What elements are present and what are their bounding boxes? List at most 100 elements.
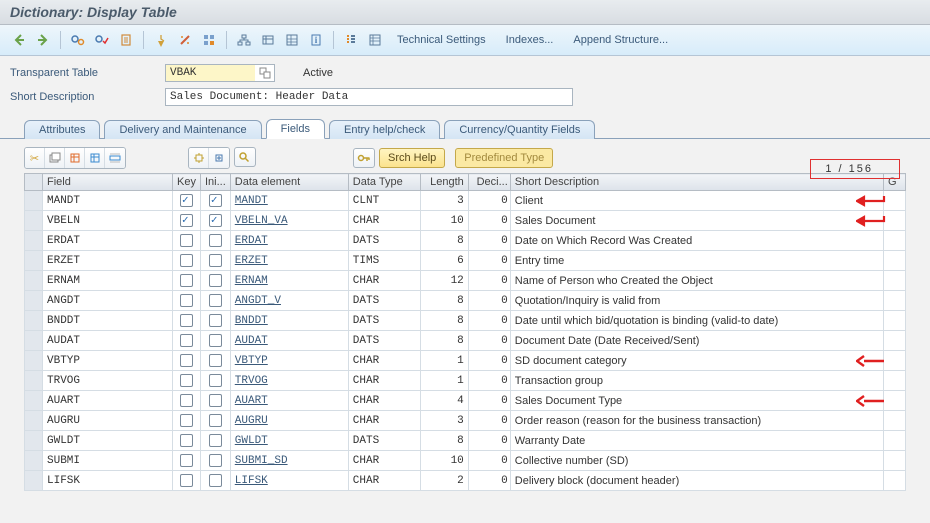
initial-checkbox[interactable]	[200, 391, 230, 411]
tab-currency-quantity-fields[interactable]: Currency/Quantity Fields	[444, 120, 595, 139]
data-element-cell[interactable]: AUGRU	[230, 411, 348, 431]
data-element-cell[interactable]: VBTYP	[230, 351, 348, 371]
column-header[interactable]: Key	[173, 174, 201, 191]
search-help-button[interactable]: Srch Help	[379, 148, 445, 168]
tab-delivery-and-maintenance[interactable]: Delivery and Maintenance	[104, 120, 261, 139]
field-name-cell[interactable]: LIFSK	[43, 471, 173, 491]
tab-attributes[interactable]: Attributes	[24, 120, 100, 139]
activate-icon[interactable]	[115, 29, 137, 51]
f4-help-icon[interactable]	[255, 64, 275, 82]
data-element-cell[interactable]: AUDAT	[230, 331, 348, 351]
key-checkbox[interactable]	[173, 431, 201, 451]
field-name-cell[interactable]: ERDAT	[43, 231, 173, 251]
data-element-cell[interactable]: TRVOG	[230, 371, 348, 391]
column-header[interactable]: Length	[420, 174, 468, 191]
key-checkbox[interactable]	[173, 291, 201, 311]
list1-icon[interactable]	[340, 29, 362, 51]
key-checkbox[interactable]	[173, 371, 201, 391]
field-name-cell[interactable]: AUDAT	[43, 331, 173, 351]
initial-checkbox[interactable]	[200, 271, 230, 291]
key-checkbox[interactable]	[173, 351, 201, 371]
key-checkbox[interactable]	[173, 311, 201, 331]
row-selector[interactable]	[25, 371, 43, 391]
key-checkbox[interactable]	[173, 411, 201, 431]
key-checkbox[interactable]	[173, 391, 201, 411]
find-icon[interactable]	[234, 147, 256, 167]
field-name-cell[interactable]: GWLDT	[43, 431, 173, 451]
data-element-cell[interactable]: LIFSK	[230, 471, 348, 491]
key-checkbox[interactable]	[173, 271, 201, 291]
field-name-cell[interactable]: SUBMI	[43, 451, 173, 471]
row-selector[interactable]	[25, 471, 43, 491]
contents-icon[interactable]	[257, 29, 279, 51]
data-element-cell[interactable]: ANGDT_V	[230, 291, 348, 311]
initial-checkbox[interactable]	[200, 251, 230, 271]
table-name-field[interactable]: VBAK	[165, 64, 255, 82]
where-used-icon[interactable]	[198, 29, 220, 51]
key-checkbox[interactable]	[173, 191, 201, 211]
key-checkbox[interactable]	[173, 251, 201, 271]
initial-checkbox[interactable]	[200, 211, 230, 231]
predefined-type-button[interactable]: Predefined Type	[455, 148, 553, 168]
field-name-cell[interactable]: MANDT	[43, 191, 173, 211]
field-name-cell[interactable]: BNDDT	[43, 311, 173, 331]
check-icon[interactable]	[91, 29, 113, 51]
data-element-cell[interactable]: SUBMI_SD	[230, 451, 348, 471]
data-element-cell[interactable]: AUART	[230, 391, 348, 411]
initial-checkbox[interactable]	[200, 471, 230, 491]
key-checkbox[interactable]	[173, 231, 201, 251]
indexes-button[interactable]: Indexes...	[497, 29, 563, 51]
key-checkbox[interactable]	[173, 451, 201, 471]
forward-icon[interactable]	[32, 29, 54, 51]
insert-row-icon[interactable]	[105, 148, 125, 168]
row-selector[interactable]	[25, 211, 43, 231]
initial-checkbox[interactable]	[200, 331, 230, 351]
tab-fields[interactable]: Fields	[266, 119, 325, 139]
field-name-cell[interactable]: TRVOG	[43, 371, 173, 391]
cut-icon[interactable]: ✂	[25, 148, 45, 168]
paste-icon[interactable]	[85, 148, 105, 168]
match-icon[interactable]	[150, 29, 172, 51]
copy-cols-icon[interactable]	[65, 148, 85, 168]
column-header[interactable]: Data Type	[348, 174, 420, 191]
row-selector[interactable]	[25, 231, 43, 251]
field-name-cell[interactable]: ANGDT	[43, 291, 173, 311]
copy-row-icon[interactable]	[45, 148, 65, 168]
key-checkbox[interactable]	[173, 471, 201, 491]
row-selector[interactable]	[25, 311, 43, 331]
key-checkbox[interactable]	[173, 211, 201, 231]
display-icon[interactable]	[67, 29, 89, 51]
data-element-cell[interactable]: MANDT	[230, 191, 348, 211]
data-element-cell[interactable]: VBELN_VA	[230, 211, 348, 231]
initial-checkbox[interactable]	[200, 371, 230, 391]
row-selector[interactable]	[25, 451, 43, 471]
row-selector[interactable]	[25, 391, 43, 411]
column-header[interactable]: Data element	[230, 174, 348, 191]
graphic-icon[interactable]	[281, 29, 303, 51]
row-selector[interactable]	[25, 271, 43, 291]
back-icon[interactable]	[8, 29, 30, 51]
data-element-cell[interactable]: GWLDT	[230, 431, 348, 451]
data-element-cell[interactable]: ERZET	[230, 251, 348, 271]
column-header[interactable]: Deci...	[468, 174, 510, 191]
key-checkbox[interactable]	[173, 331, 201, 351]
initial-checkbox[interactable]	[200, 291, 230, 311]
row-selector[interactable]	[25, 331, 43, 351]
shortdesc-field[interactable]: Sales Document: Header Data	[165, 88, 573, 106]
row-selector[interactable]	[25, 251, 43, 271]
field-name-cell[interactable]: VBELN	[43, 211, 173, 231]
field-name-cell[interactable]: VBTYP	[43, 351, 173, 371]
key-icon[interactable]	[353, 148, 375, 168]
row-selector[interactable]	[25, 191, 43, 211]
row-selector[interactable]	[25, 291, 43, 311]
column-header[interactable]: Ini...	[200, 174, 230, 191]
initial-checkbox[interactable]	[200, 451, 230, 471]
field-name-cell[interactable]: AUART	[43, 391, 173, 411]
field-name-cell[interactable]: AUGRU	[43, 411, 173, 431]
initial-checkbox[interactable]	[200, 411, 230, 431]
data-element-cell[interactable]: BNDDT	[230, 311, 348, 331]
initial-checkbox[interactable]	[200, 351, 230, 371]
expand-icon[interactable]	[189, 148, 209, 168]
field-name-cell[interactable]: ERNAM	[43, 271, 173, 291]
append-structure-button[interactable]: Append Structure...	[564, 29, 677, 51]
